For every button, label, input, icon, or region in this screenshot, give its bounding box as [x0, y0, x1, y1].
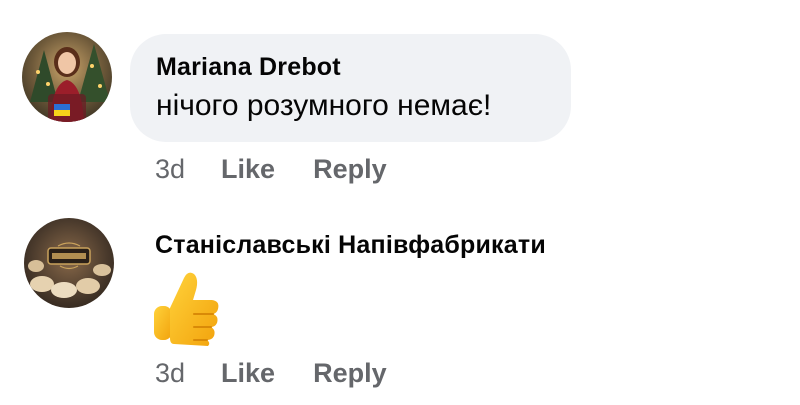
comment-author[interactable]: Станіславські Напівфабрикати: [155, 230, 546, 260]
like-button[interactable]: Like: [221, 154, 275, 185]
avatar[interactable]: [22, 32, 112, 122]
like-button[interactable]: Like: [221, 358, 275, 389]
comments-thread: Mariana Drebot нічого розумного немає! 3…: [0, 0, 800, 405]
avatar[interactable]: [24, 218, 114, 308]
reply-button[interactable]: Reply: [313, 154, 387, 185]
comment-timestamp[interactable]: 3d: [155, 154, 185, 185]
comment: Станіславські Напівфабрикати 3d Like Rep…: [0, 200, 800, 405]
comment-timestamp[interactable]: 3d: [155, 358, 185, 389]
reply-button[interactable]: Reply: [313, 358, 387, 389]
comment-text: нічого розумного немає!: [156, 89, 492, 122]
comment-actions: 3d Like Reply: [155, 154, 425, 185]
comment-bubble: Mariana Drebot нічого розумного немає!: [130, 34, 571, 142]
comment-author[interactable]: Mariana Drebot: [156, 52, 545, 82]
comment: Mariana Drebot нічого розумного немає! 3…: [0, 0, 800, 200]
thumbs-up-icon: [150, 270, 222, 346]
comment-actions: 3d Like Reply: [155, 358, 425, 389]
